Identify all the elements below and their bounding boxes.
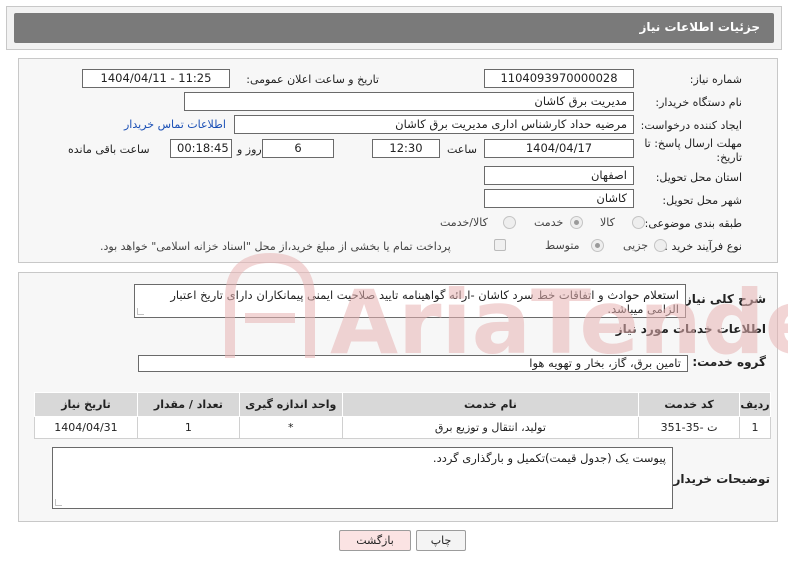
purchase-type-label: نوع فرآیند خرید : xyxy=(664,240,742,253)
announce-datetime-field: 1404/04/11 - 11:25 xyxy=(82,69,230,88)
buyer-notes-text: پیوست یک (جدول قیمت)تکمیل و بارگذاری گرد… xyxy=(432,451,666,465)
cell-need-date: 1404/04/31 xyxy=(34,416,138,439)
request-creator-label: ایجاد کننده درخواست: xyxy=(640,119,742,132)
buyer-notes-label: توضیحات خریدار: xyxy=(668,472,770,486)
need-details-page: جزئیات اطلاعات نیاز شماره نیاز: 11040939… xyxy=(0,0,788,566)
col-header-service-name: نام خدمت xyxy=(341,392,640,417)
buyer-contact-link[interactable]: اطلاعات تماس خریدار xyxy=(124,118,226,131)
category-option-goods: کالا xyxy=(600,216,615,229)
col-header-need-date: تاریخ نیاز xyxy=(34,392,138,417)
purchase-radio-minor[interactable] xyxy=(654,239,667,252)
col-header-service-code: کد خدمت xyxy=(638,392,741,417)
need-number-label: شماره نیاز: xyxy=(689,73,742,86)
header-panel: جزئیات اطلاعات نیاز xyxy=(6,6,782,50)
resize-grip-icon[interactable] xyxy=(137,308,144,315)
col-header-row-number: ردیف xyxy=(739,392,771,417)
need-info-section xyxy=(18,58,778,263)
cell-quantity: 1 xyxy=(136,416,240,439)
deadline-time-field: 12:30 xyxy=(372,139,440,158)
buyer-notes-textarea: پیوست یک (جدول قیمت)تکمیل و بارگذاری گرد… xyxy=(52,447,673,509)
back-button[interactable]: بازگشت xyxy=(339,530,411,551)
table-header-row: ردیف کد خدمت نام خدمت واحد اندازه گیری ت… xyxy=(34,392,771,417)
treasury-payment-checkbox[interactable] xyxy=(494,239,506,251)
announce-datetime-label: تاریخ و ساعت اعلان عمومی: xyxy=(246,73,379,86)
col-header-unit: واحد اندازه گیری xyxy=(238,392,343,417)
need-number-field: 1104093970000028 xyxy=(484,69,634,88)
services-section-title: اطلاعات خدمات مورد نیاز xyxy=(615,322,766,336)
province-label: استان محل تحویل: xyxy=(655,171,742,184)
summary-textarea: استعلام حوادث و اتفاقات خط سرد کاشان -ار… xyxy=(134,284,686,318)
deadline-date-field: 1404/04/17 xyxy=(484,139,634,158)
col-header-quantity: تعداد / مقدار xyxy=(136,392,240,417)
purchase-radio-medium[interactable] xyxy=(591,239,604,252)
request-creator-field: مرضیه حداد کارشناس اداری مدیریت برق کاشا… xyxy=(234,115,634,134)
deadline-label-line1: مهلت ارسال پاسخ: تا xyxy=(644,137,742,150)
deadline-label-line2: تاریخ: xyxy=(716,151,742,164)
buyer-org-field: مدیریت برق کاشان xyxy=(184,92,634,111)
category-radio-goods[interactable] xyxy=(632,216,645,229)
remaining-time-field: 00:18:45 xyxy=(170,139,232,158)
days-label: روز و xyxy=(237,143,262,156)
category-radio-goods-service[interactable] xyxy=(503,216,516,229)
services-table: ردیف کد خدمت نام خدمت واحد اندازه گیری ت… xyxy=(34,392,771,439)
remaining-days-field: 6 xyxy=(262,139,334,158)
print-button[interactable]: چاپ xyxy=(416,530,466,551)
resize-grip-icon[interactable] xyxy=(55,499,62,506)
cell-row-number: 1 xyxy=(739,416,771,439)
table-row: 1 ت -35-351 تولید، انتقال و توزیع برق * … xyxy=(34,416,771,439)
summary-text: استعلام حوادث و اتفاقات خط سرد کاشان -ار… xyxy=(170,288,679,316)
cell-service-name: تولید، انتقال و توزیع برق xyxy=(341,416,640,439)
category-option-goods-service: کالا/خدمت xyxy=(440,216,488,229)
city-label: شهر محل تحویل: xyxy=(662,194,742,207)
summary-label: شرح کلی نیاز: xyxy=(680,292,766,306)
purchase-option-medium: متوسط xyxy=(545,239,580,252)
buyer-org-label: نام دستگاه خریدار: xyxy=(655,96,742,109)
treasury-payment-note: پرداخت تمام یا بخشی از مبلغ خرید،از محل … xyxy=(100,240,451,253)
service-group-label: گروه خدمت: xyxy=(692,355,766,369)
purchase-option-minor: جزیی xyxy=(623,239,649,252)
province-field: اصفهان xyxy=(484,166,634,185)
deadline-hour-label: ساعت xyxy=(447,143,477,156)
city-field: کاشان xyxy=(484,189,634,208)
category-label: طبقه بندی موضوعی: xyxy=(644,217,742,230)
service-group-field: تامین برق، گاز، بخار و تهویه هوا xyxy=(138,355,688,372)
header-bar: جزئیات اطلاعات نیاز xyxy=(14,13,774,43)
page-title: جزئیات اطلاعات نیاز xyxy=(639,20,760,34)
category-option-service: خدمت xyxy=(534,216,564,229)
cell-unit: * xyxy=(238,416,343,439)
cell-service-code: ت -35-351 xyxy=(638,416,741,439)
remaining-time-label: ساعت باقی مانده xyxy=(68,143,150,156)
category-radio-service[interactable] xyxy=(570,216,583,229)
